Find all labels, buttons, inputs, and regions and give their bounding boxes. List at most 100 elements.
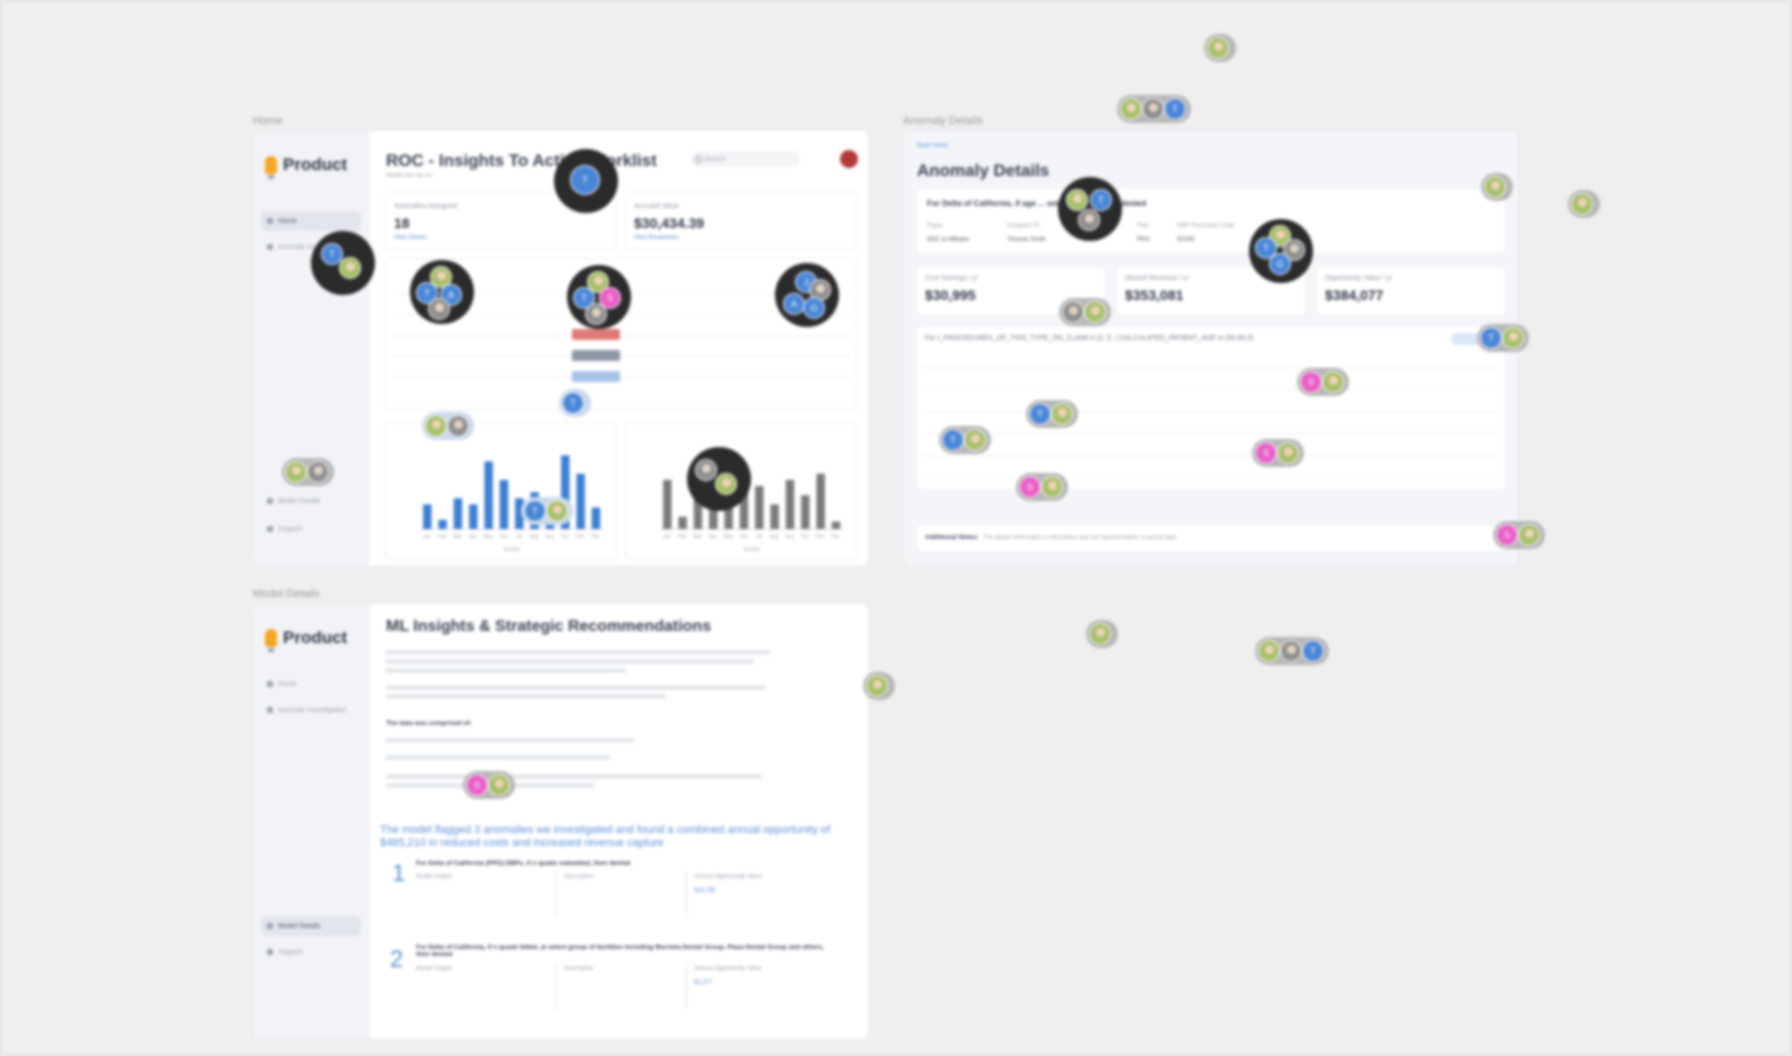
- collaborator-pill[interactable]: T: [939, 426, 991, 454]
- avatar-t: T: [524, 500, 546, 522]
- chart-months-1: Jan Feb Mar Apr May Jun Jul Aug Sep Oct Nov Dec Mont…: [386, 423, 616, 559]
- bar-feb: [678, 516, 687, 529]
- nav-item-home[interactable]: Home: [261, 211, 361, 231]
- avatar-t: T: [1029, 403, 1051, 425]
- search-input[interactable]: Search: [690, 151, 800, 167]
- item-number: 1: [392, 860, 406, 887]
- model-frame[interactable]: Product Home Anomaly Investigation Model…: [253, 604, 868, 1039]
- field-value: PPO: [1137, 237, 1150, 243]
- x-tick-label: Jan: [423, 534, 431, 540]
- nav-label: Support: [278, 948, 303, 956]
- avatar-a: A: [783, 293, 805, 315]
- avatar-user: [1571, 193, 1593, 215]
- col-label: Description: [564, 874, 595, 880]
- card-label: Opportunity Value / yr: [1325, 275, 1393, 282]
- nav-item-model-details[interactable]: Model Details: [261, 491, 361, 511]
- x-tick-label: Nov: [816, 534, 825, 540]
- collaborator-pill[interactable]: T: [1117, 95, 1191, 123]
- avatar-g: G: [1269, 253, 1291, 275]
- collaborator-cluster[interactable]: T: [311, 231, 375, 295]
- nav-item-support[interactable]: Support: [261, 942, 361, 962]
- collaborator-cluster[interactable]: [687, 447, 751, 511]
- x-axis-label: Months: [504, 547, 521, 553]
- card-value: $30,434.39: [634, 215, 705, 231]
- collaborator-pill[interactable]: [282, 458, 334, 486]
- brand-name: Product: [283, 628, 348, 647]
- text-line: [386, 774, 762, 779]
- avatar-user: [307, 461, 329, 483]
- back-home-link[interactable]: Back Home: [917, 143, 948, 149]
- card-link[interactable]: View Details: [394, 235, 427, 241]
- model-icon: [267, 498, 273, 504]
- bullet-list: [386, 738, 786, 788]
- nav-item-anomaly-investigation[interactable]: Anomaly Investigation: [261, 700, 361, 720]
- bar-sep: [785, 479, 795, 529]
- table-divider: [923, 455, 1499, 456]
- bar-dec: [591, 507, 601, 529]
- avatar-t: T: [562, 392, 584, 414]
- anomaly-frame[interactable]: Back Home Anomaly Details For Delta of C…: [903, 131, 1518, 566]
- x-tick-label: Sep: [785, 534, 794, 540]
- nav-label: Model Details: [278, 922, 321, 930]
- collaborator-cluster[interactable]: T: [1058, 177, 1122, 241]
- status-badge: [572, 329, 620, 340]
- nav-item-home[interactable]: Home: [261, 674, 361, 694]
- avatar-user: [1062, 301, 1084, 323]
- collaborator-pill[interactable]: S: [1252, 439, 1304, 467]
- collaborator-pill[interactable]: [1204, 34, 1236, 62]
- card-link[interactable]: View Breakdown: [634, 235, 679, 241]
- nav-item-support[interactable]: Support: [261, 519, 361, 539]
- col-label: Annual Opportunity Value: [694, 966, 762, 972]
- x-tick-label: May: [484, 534, 494, 540]
- collaborator-pill[interactable]: T: [1255, 637, 1329, 665]
- item-value: $16,795: [694, 888, 716, 894]
- collaborator-cluster[interactable]: J A G: [775, 263, 839, 327]
- collaborator-cluster[interactable]: T A: [410, 260, 474, 324]
- avatar-user: [1207, 37, 1229, 59]
- bar-jan: [423, 504, 432, 529]
- x-tick-label: Jul: [516, 534, 522, 540]
- support-icon: [267, 949, 273, 955]
- collaborator-pill[interactable]: T: [521, 497, 573, 525]
- nav-item-model-details[interactable]: Model Details: [261, 916, 361, 936]
- avatar-user: [1277, 442, 1299, 464]
- collaborator-pill[interactable]: [1481, 173, 1513, 201]
- collaborator-pill[interactable]: T: [1477, 324, 1529, 352]
- collaborator-pill[interactable]: [863, 672, 895, 700]
- avatar-user: [695, 459, 717, 481]
- user-avatar[interactable]: [840, 150, 858, 168]
- bar-may: [484, 461, 493, 529]
- collaborator-pill[interactable]: [422, 412, 474, 440]
- collaborator-pill[interactable]: T: [559, 389, 591, 417]
- collaborator-pill[interactable]: S: [1016, 473, 1068, 501]
- collaborator-pill[interactable]: S: [1493, 521, 1545, 549]
- nav-label: Support: [278, 525, 303, 533]
- bar-oct: [801, 495, 810, 529]
- avatar-user: [1041, 476, 1063, 498]
- x-tick-label: Sep: [545, 534, 554, 540]
- frame-label-anomaly: Anomaly Details: [903, 115, 983, 127]
- avatar-user: [1518, 524, 1540, 546]
- collaborator-pill[interactable]: S: [463, 771, 515, 799]
- collaborator-cluster[interactable]: T G: [1249, 219, 1313, 283]
- collaborator-pill[interactable]: S: [1297, 368, 1349, 396]
- collaborator-pill[interactable]: T: [1026, 400, 1078, 428]
- avatar-s: S: [1300, 371, 1322, 393]
- collaborator-pill[interactable]: [1568, 190, 1600, 218]
- column-divider: [686, 962, 687, 1010]
- bar-jan: [663, 479, 672, 529]
- collaborator-pill[interactable]: [1059, 298, 1111, 326]
- card-accrued-value[interactable]: Accrued Value $30,434.39 View Breakdown: [626, 193, 856, 249]
- collaborator-cluster[interactable]: T S: [567, 265, 631, 329]
- avatar-user: [488, 774, 510, 796]
- sidebar: Product Home Anomaly Investigation Model…: [253, 604, 370, 1039]
- brand-logo: Product: [265, 155, 347, 179]
- avatar-user: [1142, 98, 1164, 120]
- avatar-t: T: [1164, 98, 1186, 120]
- x-tick-label: Jan: [663, 534, 671, 540]
- collaborator-pill[interactable]: [1086, 620, 1118, 648]
- nav-label: Home: [278, 680, 297, 688]
- x-axis-label: Months: [744, 547, 761, 553]
- collaborator-cluster[interactable]: T: [554, 149, 618, 213]
- bar-mar: [453, 498, 463, 529]
